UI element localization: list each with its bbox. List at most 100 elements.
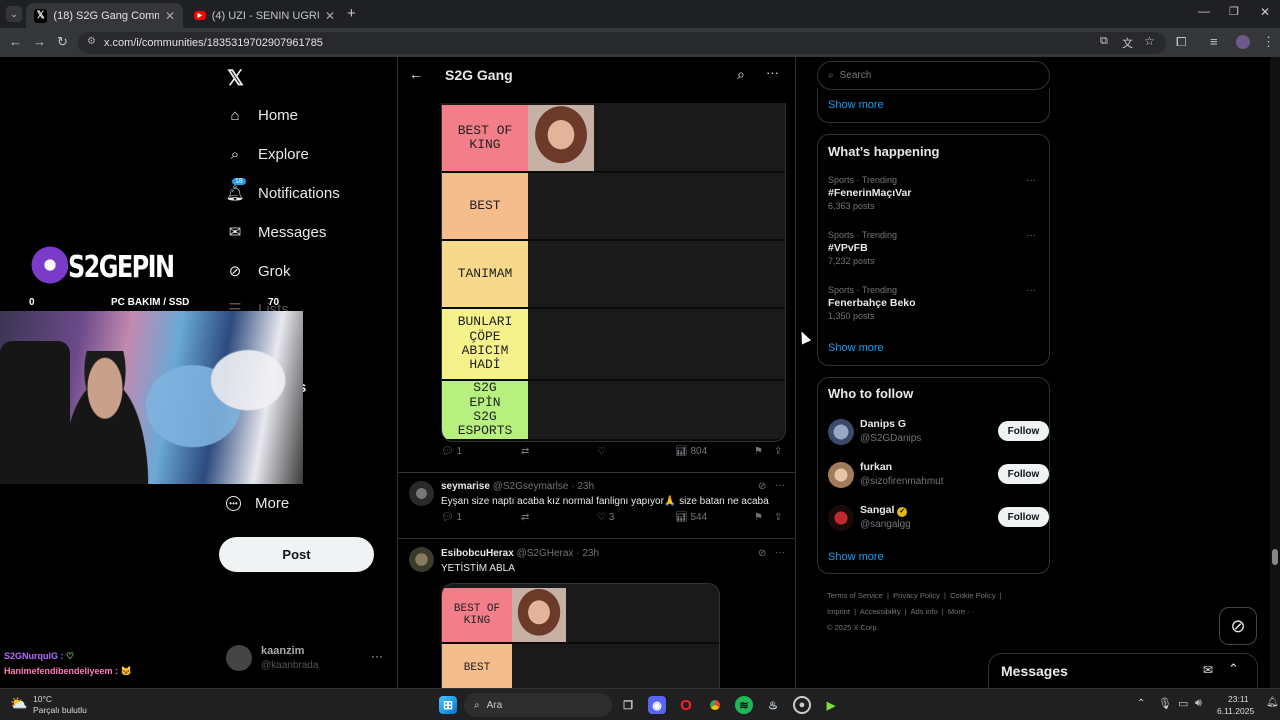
account-switcher[interactable]: kaanzim @kaanbrada ··· <box>226 643 386 675</box>
windows-start-icon[interactable]: ⊞ <box>439 696 457 714</box>
more-icon[interactable]: ··· <box>1026 230 1036 241</box>
chrome-menu-icon[interactable]: ⋮ <box>1262 34 1275 50</box>
grok-icon[interactable]: ⊘ <box>758 548 766 559</box>
task-view-icon[interactable]: ❐ <box>619 696 637 714</box>
follow-button[interactable]: Follow <box>998 421 1049 441</box>
more-icon[interactable]: ··· <box>766 65 779 80</box>
like-icon[interactable]: ♡ <box>597 446 606 457</box>
bookmark-icon[interactable]: ⚑ <box>754 446 763 457</box>
author-name[interactable]: seymarise <box>441 481 490 492</box>
share-icon[interactable]: ⇪ <box>774 512 782 523</box>
follow-button[interactable]: Follow <box>998 464 1049 484</box>
follow-suggestion[interactable]: furkan @sizofirenmahmut Follow <box>828 461 1050 495</box>
x-logo-icon[interactable]: 𝕏 <box>227 66 244 91</box>
nav-home[interactable]: ⌂ Home <box>226 106 298 124</box>
clock-time[interactable]: 23:11 <box>1228 694 1249 704</box>
follow-suggestion[interactable]: Sangal ✓ @sangalgg Follow <box>828 504 1050 538</box>
author-name[interactable]: EsibobcuHerax <box>441 548 514 559</box>
translate-icon[interactable]: 文 <box>1122 35 1133 51</box>
views-button[interactable]: 📊︎ 544 <box>675 512 707 523</box>
restore-icon[interactable]: ❐ <box>1229 5 1239 18</box>
opera-icon[interactable]: O <box>677 696 695 714</box>
nav-messages[interactable]: ✉ Messages <box>226 223 327 242</box>
search-box[interactable]: ⌕ Search <box>817 61 1050 90</box>
install-icon[interactable]: ⧉ <box>1100 35 1108 48</box>
forward-icon[interactable]: → <box>33 34 46 49</box>
new-message-icon[interactable]: ✉ <box>1203 663 1213 677</box>
repost-icon[interactable]: ⇄ <box>521 512 529 523</box>
notification-center-icon[interactable]: 🔔︎ <box>1266 697 1279 708</box>
tab-youtube[interactable]: ▶ (4) UZI - SENIN UGRUNA FT MA ✕ <box>186 3 343 28</box>
post-image-tierlist[interactable]: BEST OF KING BEST TANIMAM BUNLARI ÇÖPE A… <box>441 103 786 442</box>
network-icon[interactable]: ▭ <box>1178 697 1188 710</box>
close-tab-icon[interactable]: ✕ <box>325 9 335 23</box>
trend-item[interactable]: Sports · Trending #VPvFB 7,232 posts ··· <box>828 230 1040 266</box>
share-icon[interactable]: ⇪ <box>774 446 782 457</box>
new-tab-icon[interactable]: + <box>347 5 356 22</box>
tab-search-button[interactable]: ⌄ <box>6 6 22 22</box>
more-icon[interactable]: ··· <box>1026 285 1036 296</box>
footer-link[interactable]: Ads info <box>911 607 938 616</box>
microphone-icon[interactable]: 🎙︎ <box>1158 697 1172 710</box>
footer-link[interactable]: Imprint <box>827 607 850 616</box>
scrollbar-thumb[interactable] <box>1272 549 1278 565</box>
app-icon[interactable]: ▶ <box>822 696 840 714</box>
reply-button[interactable]: 💬︎ 1 <box>441 512 462 523</box>
close-tab-icon[interactable]: ✕ <box>165 9 175 23</box>
weather-widget[interactable]: ⛅ 10°C Parçalı bulutlu <box>10 693 110 717</box>
show-more-link[interactable]: Show more <box>828 551 884 563</box>
reload-icon[interactable]: ↻ <box>57 34 68 50</box>
url-input[interactable]: ⚙ x.com/i/communities/183531970290796178… <box>78 32 1166 54</box>
footer-link[interactable]: Privacy Policy <box>893 591 940 600</box>
site-info-icon[interactable]: ⚙ <box>87 36 96 47</box>
back-arrow-icon[interactable]: ← <box>409 66 423 82</box>
back-icon[interactable]: ← <box>9 34 22 49</box>
search-icon[interactable]: ⌕ <box>737 66 745 83</box>
footer-link[interactable]: Terms of Service <box>827 591 883 600</box>
steam-icon[interactable]: ♨ <box>764 696 782 714</box>
post-button[interactable]: Post <box>219 537 374 572</box>
show-more-link[interactable]: Show more <box>828 342 884 354</box>
minimize-icon[interactable]: — <box>1198 4 1210 18</box>
extensions-icon[interactable]: ⧠ <box>1176 34 1186 50</box>
footer-link[interactable]: Accessibility <box>860 607 901 616</box>
nav-explore[interactable]: ⌕ Explore <box>226 145 309 163</box>
bookmark-star-icon[interactable]: ☆ <box>1144 34 1155 48</box>
spotify-icon[interactable]: ≋ <box>735 696 753 714</box>
more-icon[interactable]: ··· <box>775 547 785 558</box>
repost-icon[interactable]: ⇄ <box>521 446 529 457</box>
nav-more[interactable]: ••• More <box>226 495 289 512</box>
post[interactable]: EsibobcuHerax @S2GHerax · 23h ⊘ ··· YETİ… <box>398 539 795 688</box>
clock-date[interactable]: 6.11.2025 <box>1217 706 1254 716</box>
volume-icon[interactable]: 🔊︎ <box>1195 697 1202 710</box>
trend-item[interactable]: Sports · Trending Fenerbahçe Beko 1,350 … <box>828 285 1040 321</box>
bookmark-icon[interactable]: ⚑ <box>754 512 763 523</box>
chrome-icon[interactable] <box>706 696 724 714</box>
follow-suggestion[interactable]: Danips G @S2GDanips Follow <box>828 418 1050 452</box>
author-handle[interactable]: @S2GHerax <box>517 548 574 559</box>
like-button[interactable]: ♡ 3 <box>597 512 614 523</box>
footer-link[interactable]: More ··· <box>948 607 975 616</box>
nav-notifications[interactable]: 🔔︎ 18 Notifications <box>225 178 340 202</box>
show-more-link[interactable]: Show more <box>828 99 884 111</box>
post-image-tierlist[interactable]: BEST OF KING BEST <box>441 583 720 688</box>
more-icon[interactable]: ··· <box>371 649 383 663</box>
tray-chevron-icon[interactable]: ⌃ <box>1137 698 1145 709</box>
views-button[interactable]: 📊︎ 804 <box>675 446 707 457</box>
grok-icon[interactable]: ⊘ <box>758 481 766 492</box>
grok-floating-button[interactable]: ⊘ <box>1219 607 1257 645</box>
messages-drawer[interactable]: Messages ✉ ⌃ <box>988 653 1258 688</box>
more-icon[interactable]: ··· <box>1026 175 1036 186</box>
obs-icon[interactable]: ● <box>793 696 811 714</box>
profile-avatar[interactable] <box>1236 35 1250 49</box>
more-icon[interactable]: ··· <box>775 480 785 491</box>
author-handle[interactable]: @S2Gseymarlse <box>493 481 569 492</box>
window-close-icon[interactable]: ✕ <box>1260 5 1270 19</box>
post[interactable]: seymarise @S2Gseymarlse · 23h ⊘ ··· Eyşa… <box>398 473 795 538</box>
discord-icon[interactable]: ◉ <box>648 696 666 714</box>
reply-button[interactable]: 💬︎ 1 <box>441 446 462 457</box>
taskbar-search[interactable]: ⌕ Ara <box>464 693 612 717</box>
follow-button[interactable]: Follow <box>998 507 1049 527</box>
footer-link[interactable]: Cookie Policy <box>950 591 995 600</box>
tab-x-community[interactable]: 𝕏 (18) S2G Gang Community / X ✕ <box>26 3 183 28</box>
